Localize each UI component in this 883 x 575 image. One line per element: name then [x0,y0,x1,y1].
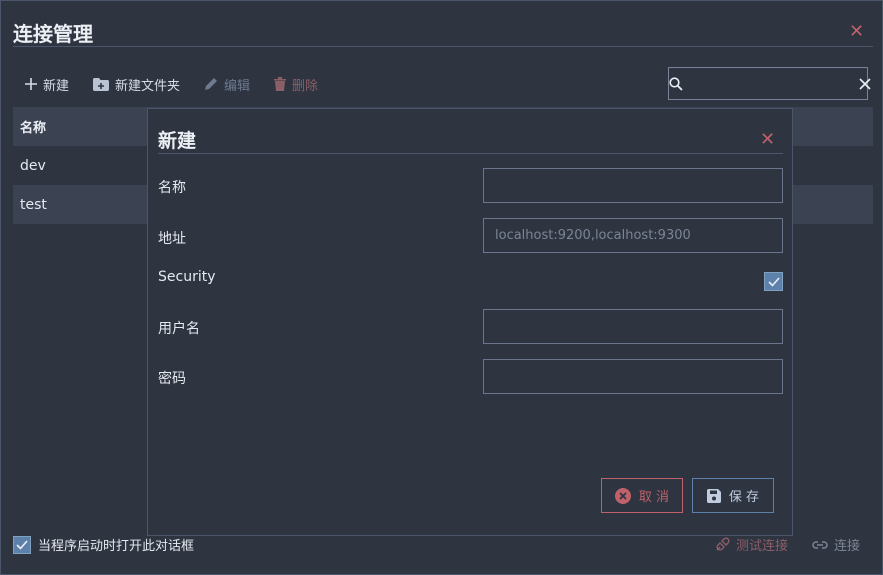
security-label: Security [158,269,216,285]
toolbar: 新建 新建文件夹 编辑 删除 [25,73,342,95]
title-divider [13,46,873,47]
search-box [668,67,871,100]
edit-button[interactable]: 编辑 [204,75,250,94]
dialog-close-icon[interactable]: ✕ [760,131,775,149]
startup-option[interactable]: 当程序启动时打开此对话框 [13,535,194,554]
security-checkbox[interactable] [764,272,783,291]
cancel-button-label: 取 消 [638,490,670,505]
checkmark-icon [16,539,28,550]
test-connection-label: 测试连接 [735,539,788,554]
test-connection-button[interactable]: 测试连接 [715,535,788,554]
edit-button-label: 编辑 [224,78,251,94]
plus-icon [25,78,37,90]
connect-label: 连接 [833,539,860,554]
save-button[interactable]: 保 存 [692,478,774,513]
startup-checkbox-label: 当程序启动时打开此对话框 [38,539,195,554]
window-close-icon[interactable]: ✕ [849,23,864,41]
cancel-button[interactable]: 取 消 [601,478,683,513]
password-field[interactable] [483,359,783,394]
new-button[interactable]: 新建 [25,75,69,94]
name-label: 名称 [158,180,186,196]
footer-actions: 测试连接 连接 [715,535,860,554]
search-input[interactable] [683,68,859,99]
checkmark-icon [767,276,780,287]
link-icon [812,540,828,549]
search-icon [669,76,683,91]
delete-button-label: 删除 [292,78,319,94]
save-button-label: 保 存 [728,490,760,505]
connect-button[interactable]: 连接 [812,535,860,554]
trash-icon [274,77,287,91]
dialog-title-divider [158,153,783,154]
delete-button[interactable]: 删除 [274,75,318,94]
folder-plus-icon [93,77,110,91]
new-button-label: 新建 [43,78,70,94]
name-field[interactable] [483,168,783,203]
address-field[interactable] [483,218,783,253]
new-folder-button[interactable]: 新建文件夹 [93,75,180,94]
plug-icon [716,537,730,551]
dialog-title: 新建 [158,130,197,152]
clear-search-icon[interactable] [859,77,871,90]
username-label: 用户名 [158,321,200,337]
username-field[interactable] [483,309,783,344]
window-title: 连接管理 [13,22,93,46]
new-connection-dialog: 新建 ✕ 名称 地址 Security 用户名 密码 取 消 保 存 [147,108,793,536]
password-label: 密码 [158,371,186,387]
address-label: 地址 [158,231,186,247]
cancel-circle-icon [614,487,631,504]
pencil-icon [205,78,218,90]
new-folder-button-label: 新建文件夹 [115,78,181,94]
save-icon [706,488,721,503]
startup-checkbox[interactable] [13,535,31,554]
